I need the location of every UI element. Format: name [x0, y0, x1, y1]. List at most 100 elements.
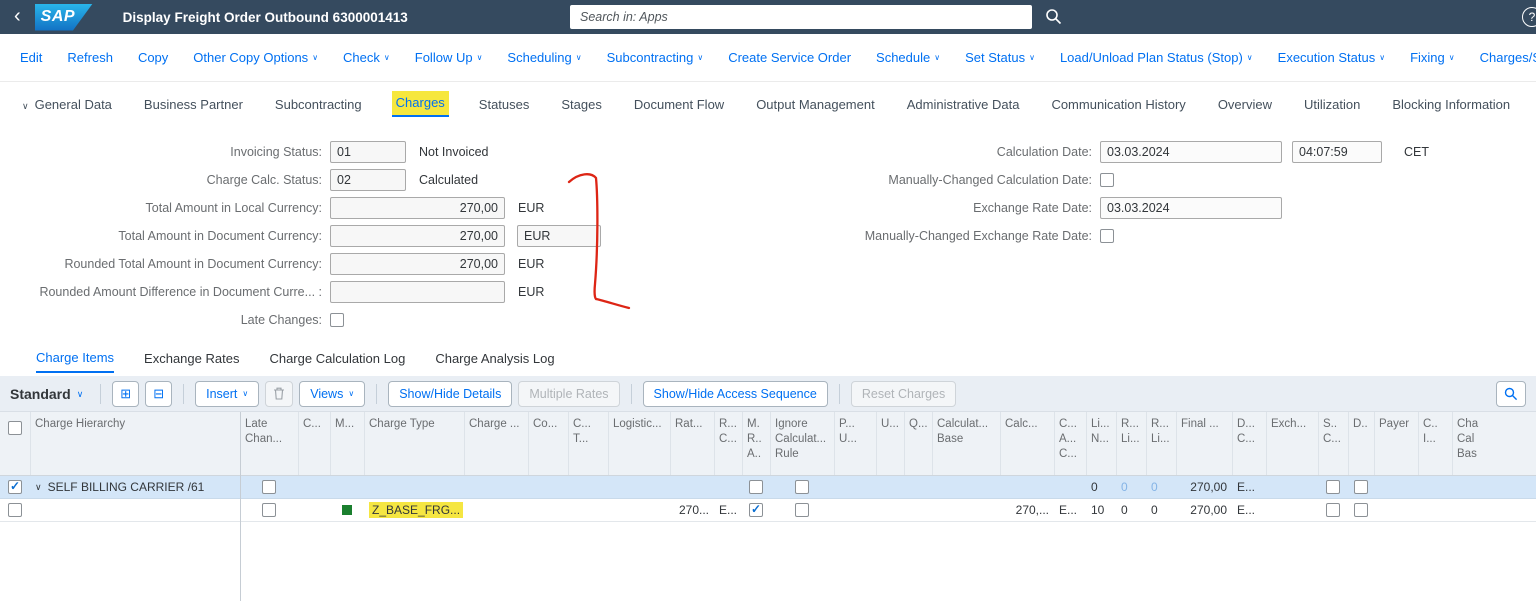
- menu-item[interactable]: Charges/Settlement: [1480, 50, 1536, 65]
- calculation-date-time-field[interactable]: 04:07:59: [1292, 141, 1382, 163]
- checkbox[interactable]: [8, 480, 22, 494]
- tab-utilization[interactable]: Utilization: [1302, 93, 1362, 116]
- column-header-cac[interactable]: C... A... C...: [1054, 412, 1086, 475]
- total-amount-document-currency-currency-field[interactable]: EUR: [517, 225, 601, 247]
- collapse-node-icon[interactable]: ∨: [35, 482, 42, 493]
- tab-stages[interactable]: Stages: [559, 93, 603, 116]
- checkbox[interactable]: [1100, 229, 1114, 243]
- checkbox[interactable]: [1100, 173, 1114, 187]
- column-header-rli2[interactable]: R... Li...: [1146, 412, 1176, 475]
- tab-communication-history[interactable]: Communication History: [1049, 93, 1187, 116]
- table-row[interactable]: ∨SELF BILLING CARRIER /61000270,00E...: [0, 476, 1536, 499]
- menu-item[interactable]: Subcontracting∨: [607, 50, 704, 65]
- tab-statuses[interactable]: Statuses: [477, 93, 532, 116]
- shell-search-button[interactable]: [1042, 8, 1064, 28]
- menu-item[interactable]: Refresh: [67, 50, 113, 65]
- tab-document-flow[interactable]: Document Flow: [632, 93, 726, 116]
- checkbox[interactable]: [262, 503, 276, 517]
- column-header-hierarchy[interactable]: Charge Hierarchy: [30, 412, 240, 475]
- total-amount-document-currency-field[interactable]: 270,00: [330, 225, 505, 247]
- total-amount-local-currency-field[interactable]: 270,00: [330, 197, 505, 219]
- menu-item[interactable]: Load/Unload Plan Status (Stop)∨: [1060, 50, 1253, 65]
- column-header-ct[interactable]: C... T...: [568, 412, 608, 475]
- column-header-ignore[interactable]: Ignore Calculat... Rule: [770, 412, 834, 475]
- exchange-rate-date-field[interactable]: 03.03.2024: [1100, 197, 1282, 219]
- column-header-mra[interactable]: M. R.. A..: [742, 412, 770, 475]
- view-selector[interactable]: Standard ∨: [10, 386, 83, 402]
- rounded-amount-difference-field[interactable]: [330, 281, 505, 303]
- column-header-u[interactable]: U...: [876, 412, 904, 475]
- views-button[interactable]: Views ∨: [299, 381, 365, 407]
- tab-subcontracting[interactable]: Subcontracting: [273, 93, 364, 116]
- menu-item[interactable]: Fixing∨: [1410, 50, 1455, 65]
- delete-button[interactable]: [265, 381, 293, 407]
- column-header-logistic[interactable]: Logistic...: [608, 412, 670, 475]
- checkbox[interactable]: [330, 313, 344, 327]
- column-header-ci[interactable]: C.. I...: [1418, 412, 1452, 475]
- rounded-total-amount-document-currency-field[interactable]: 270,00: [330, 253, 505, 275]
- show-hide-access-sequence-button[interactable]: Show/Hide Access Sequence: [643, 381, 828, 407]
- help-icon[interactable]: ?: [1522, 7, 1536, 27]
- calculation-date-field[interactable]: 03.03.2024: [1100, 141, 1282, 163]
- column-header-charge2[interactable]: Charge ...: [464, 412, 528, 475]
- multiple-rates-button[interactable]: Multiple Rates: [518, 381, 619, 407]
- insert-button[interactable]: Insert ∨: [195, 381, 259, 407]
- menu-item[interactable]: Check∨: [343, 50, 390, 65]
- back-button[interactable]: ‹: [0, 6, 35, 28]
- column-header-calc_amt[interactable]: Calc...: [1000, 412, 1054, 475]
- menu-item[interactable]: Execution Status∨: [1278, 50, 1385, 65]
- tab-administrative-data[interactable]: Administrative Data: [905, 93, 1022, 116]
- column-header-co[interactable]: Co...: [528, 412, 568, 475]
- checkbox[interactable]: [749, 503, 763, 517]
- subtab-charge-items[interactable]: Charge Items: [36, 342, 114, 373]
- shell-search-input[interactable]: [570, 5, 1032, 29]
- menu-item[interactable]: Schedule∨: [876, 50, 940, 65]
- column-header-line_no[interactable]: Li... N...: [1086, 412, 1116, 475]
- column-header-final[interactable]: Final ...: [1176, 412, 1232, 475]
- tab-charges[interactable]: Charges: [392, 91, 449, 117]
- column-header-sel[interactable]: [0, 412, 30, 475]
- column-header-calc_base[interactable]: Calculat... Base: [932, 412, 1000, 475]
- invoicing-status-field[interactable]: 01: [330, 141, 406, 163]
- column-header-late[interactable]: Late Chan...: [240, 412, 298, 475]
- column-header-d[interactable]: D..: [1348, 412, 1374, 475]
- column-header-rli1[interactable]: R... Li...: [1116, 412, 1146, 475]
- show-hide-details-button[interactable]: Show/Hide Details: [388, 381, 512, 407]
- menu-item[interactable]: Scheduling∨: [507, 50, 581, 65]
- menu-item[interactable]: Copy: [138, 50, 168, 65]
- column-header-exch[interactable]: Exch...: [1266, 412, 1318, 475]
- charge-calc-status-field[interactable]: 02: [330, 169, 406, 191]
- checkbox[interactable]: [795, 503, 809, 517]
- menu-item[interactable]: Follow Up∨: [415, 50, 483, 65]
- column-header-dc[interactable]: D... C...: [1232, 412, 1266, 475]
- menu-item[interactable]: Set Status∨: [965, 50, 1035, 65]
- checkbox[interactable]: [1326, 480, 1340, 494]
- column-header-charge_type[interactable]: Charge Type: [364, 412, 464, 475]
- subtab-charge-analysis-log[interactable]: Charge Analysis Log: [435, 343, 554, 372]
- checkbox[interactable]: [8, 421, 22, 435]
- tab-overview[interactable]: Overview: [1216, 93, 1274, 116]
- checkbox[interactable]: [8, 503, 22, 517]
- menu-item[interactable]: Other Copy Options∨: [193, 50, 318, 65]
- checkbox[interactable]: [262, 480, 276, 494]
- menu-item[interactable]: Create Service Order: [728, 50, 851, 65]
- column-header-pu[interactable]: P... U...: [834, 412, 876, 475]
- subtab-charge-calculation-log[interactable]: Charge Calculation Log: [269, 343, 405, 372]
- column-header-q[interactable]: Q...: [904, 412, 932, 475]
- subtab-exchange-rates[interactable]: Exchange Rates: [144, 343, 239, 372]
- tab-output-management[interactable]: Output Management: [754, 93, 877, 116]
- column-header-c1[interactable]: C...: [298, 412, 330, 475]
- checkbox[interactable]: [1326, 503, 1340, 517]
- expand-all-button[interactable]: ⊞: [112, 381, 139, 407]
- column-header-sc[interactable]: S.. C...: [1318, 412, 1348, 475]
- tab-business-partner[interactable]: Business Partner: [142, 93, 245, 116]
- column-header-rate[interactable]: Rat...: [670, 412, 714, 475]
- column-header-rc[interactable]: R... C...: [714, 412, 742, 475]
- collapse-all-button[interactable]: ⊟: [145, 381, 172, 407]
- reset-charges-button[interactable]: Reset Charges: [851, 381, 956, 407]
- tab-general-data[interactable]: ∨General Data: [20, 93, 114, 116]
- table-row[interactable]: Z_BASE_FRG...270...E...270,...E...100027…: [0, 499, 1536, 522]
- table-search-button[interactable]: [1496, 381, 1526, 407]
- checkbox[interactable]: [1354, 503, 1368, 517]
- menu-item[interactable]: Edit: [20, 50, 42, 65]
